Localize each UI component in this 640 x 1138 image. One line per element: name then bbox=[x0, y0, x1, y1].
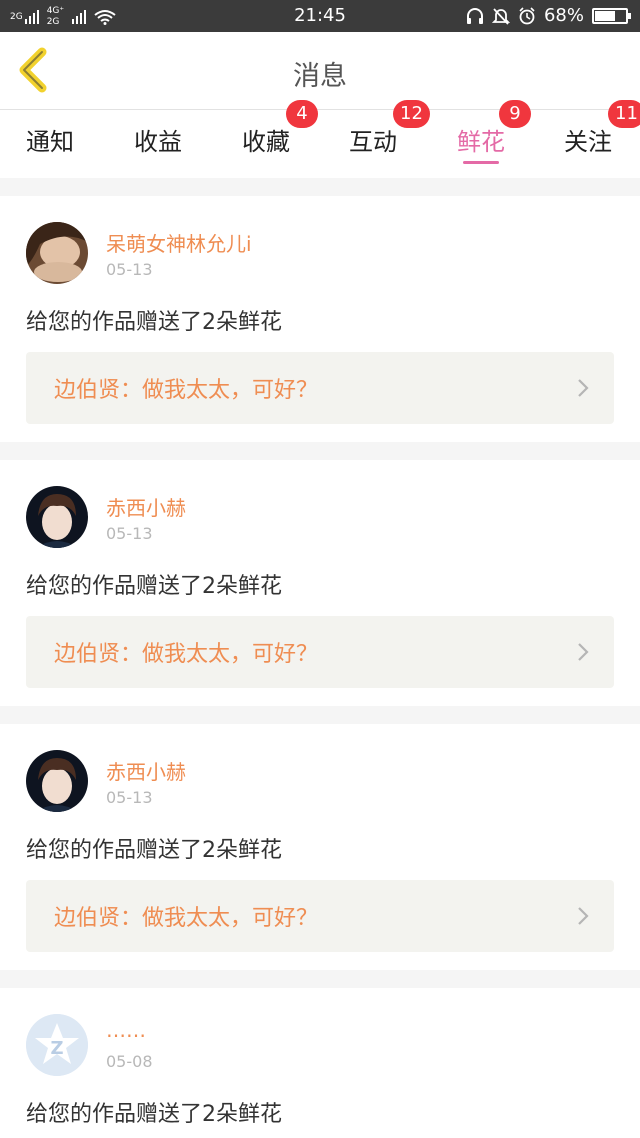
page-title: 消息 bbox=[293, 61, 347, 92]
message-card: 赤西小赫 05-13 给您的作品赠送了2朵鲜花 边伯贤：做我太太，可好？ bbox=[0, 460, 640, 706]
tab-favorites[interactable]: 收藏 4 bbox=[216, 100, 318, 178]
chevron-right-icon bbox=[578, 379, 589, 397]
sender-name[interactable]: 赤西小赫 bbox=[106, 756, 186, 785]
tab-notice[interactable]: 通知 bbox=[0, 110, 100, 178]
message-card: 赤西小赫 05-13 给您的作品赠送了2朵鲜花 边伯贤：做我太太，可好？ bbox=[0, 724, 640, 970]
count-badge: 12 bbox=[393, 100, 430, 128]
sender-name[interactable]: …… bbox=[106, 1018, 146, 1042]
count-badge: 11 bbox=[608, 100, 640, 128]
message-text: 给您的作品赠送了2朵鲜花 bbox=[26, 574, 282, 599]
message-date: 05-13 bbox=[106, 524, 153, 543]
message-text: 给您的作品赠送了2朵鲜花 bbox=[26, 838, 282, 863]
message-date: 05-08 bbox=[106, 1052, 153, 1071]
chevron-right-icon bbox=[578, 907, 589, 925]
avatar[interactable] bbox=[26, 750, 88, 812]
headset-icon bbox=[466, 7, 483, 24]
count-badge: 9 bbox=[499, 100, 531, 128]
status-right: 68% bbox=[466, 5, 631, 26]
avatar[interactable] bbox=[26, 222, 88, 284]
sender-name[interactable]: 呆萌女神林允儿i bbox=[106, 228, 252, 257]
battery-percent: 68% bbox=[543, 5, 584, 26]
message-text: 给您的作品赠送了2朵鲜花 bbox=[26, 310, 282, 335]
battery-fill bbox=[595, 10, 615, 21]
tab-interactions[interactable]: 互动 12 bbox=[323, 100, 430, 178]
default-avatar-icon[interactable]: Z bbox=[26, 1014, 88, 1076]
tab-flowers[interactable]: 鲜花 9 bbox=[431, 100, 531, 178]
work-title: 边伯贤：做我太太，可好？ bbox=[54, 642, 319, 667]
message-card: Z …… 05-08 给您的作品赠送了2朵鲜花 bbox=[0, 988, 640, 1138]
message-text: 给您的作品赠送了2朵鲜花 bbox=[26, 1102, 282, 1127]
active-tab-indicator bbox=[463, 161, 499, 164]
chevron-right-icon bbox=[578, 643, 589, 661]
tab-bar: 通知 收益 收藏 4 互动 12 鲜花 9 关注 11 bbox=[0, 100, 640, 178]
work-link[interactable]: 边伯贤：做我太太，可好？ bbox=[26, 352, 614, 424]
message-date: 05-13 bbox=[106, 788, 153, 807]
avatar[interactable] bbox=[26, 486, 88, 548]
mute-icon bbox=[491, 7, 510, 25]
work-title: 边伯贤：做我太太，可好？ bbox=[54, 906, 319, 931]
tab-label: 通知 bbox=[26, 128, 74, 156]
header: 消息 bbox=[0, 32, 640, 110]
tab-label: 收益 bbox=[134, 128, 182, 156]
message-date: 05-13 bbox=[106, 260, 153, 279]
battery-icon bbox=[592, 7, 631, 24]
message-card: 呆萌女神林允儿i 05-13 给您的作品赠送了2朵鲜花 边伯贤：做我太太，可好？ bbox=[0, 196, 640, 442]
work-link[interactable]: 边伯贤：做我太太，可好？ bbox=[26, 616, 614, 688]
work-link[interactable]: 边伯贤：做我太太，可好？ bbox=[26, 880, 614, 952]
svg-text:Z: Z bbox=[50, 1038, 63, 1059]
alarm-icon bbox=[519, 6, 535, 24]
status-bar: 2G 4G⁺ 2G 21:45 68% bbox=[0, 0, 640, 32]
sender-name[interactable]: 赤西小赫 bbox=[106, 492, 186, 521]
work-title: 边伯贤：做我太太，可好？ bbox=[54, 378, 319, 403]
tab-follows[interactable]: 关注 11 bbox=[538, 100, 640, 178]
count-badge: 4 bbox=[286, 100, 318, 128]
tab-earnings[interactable]: 收益 bbox=[108, 110, 208, 178]
